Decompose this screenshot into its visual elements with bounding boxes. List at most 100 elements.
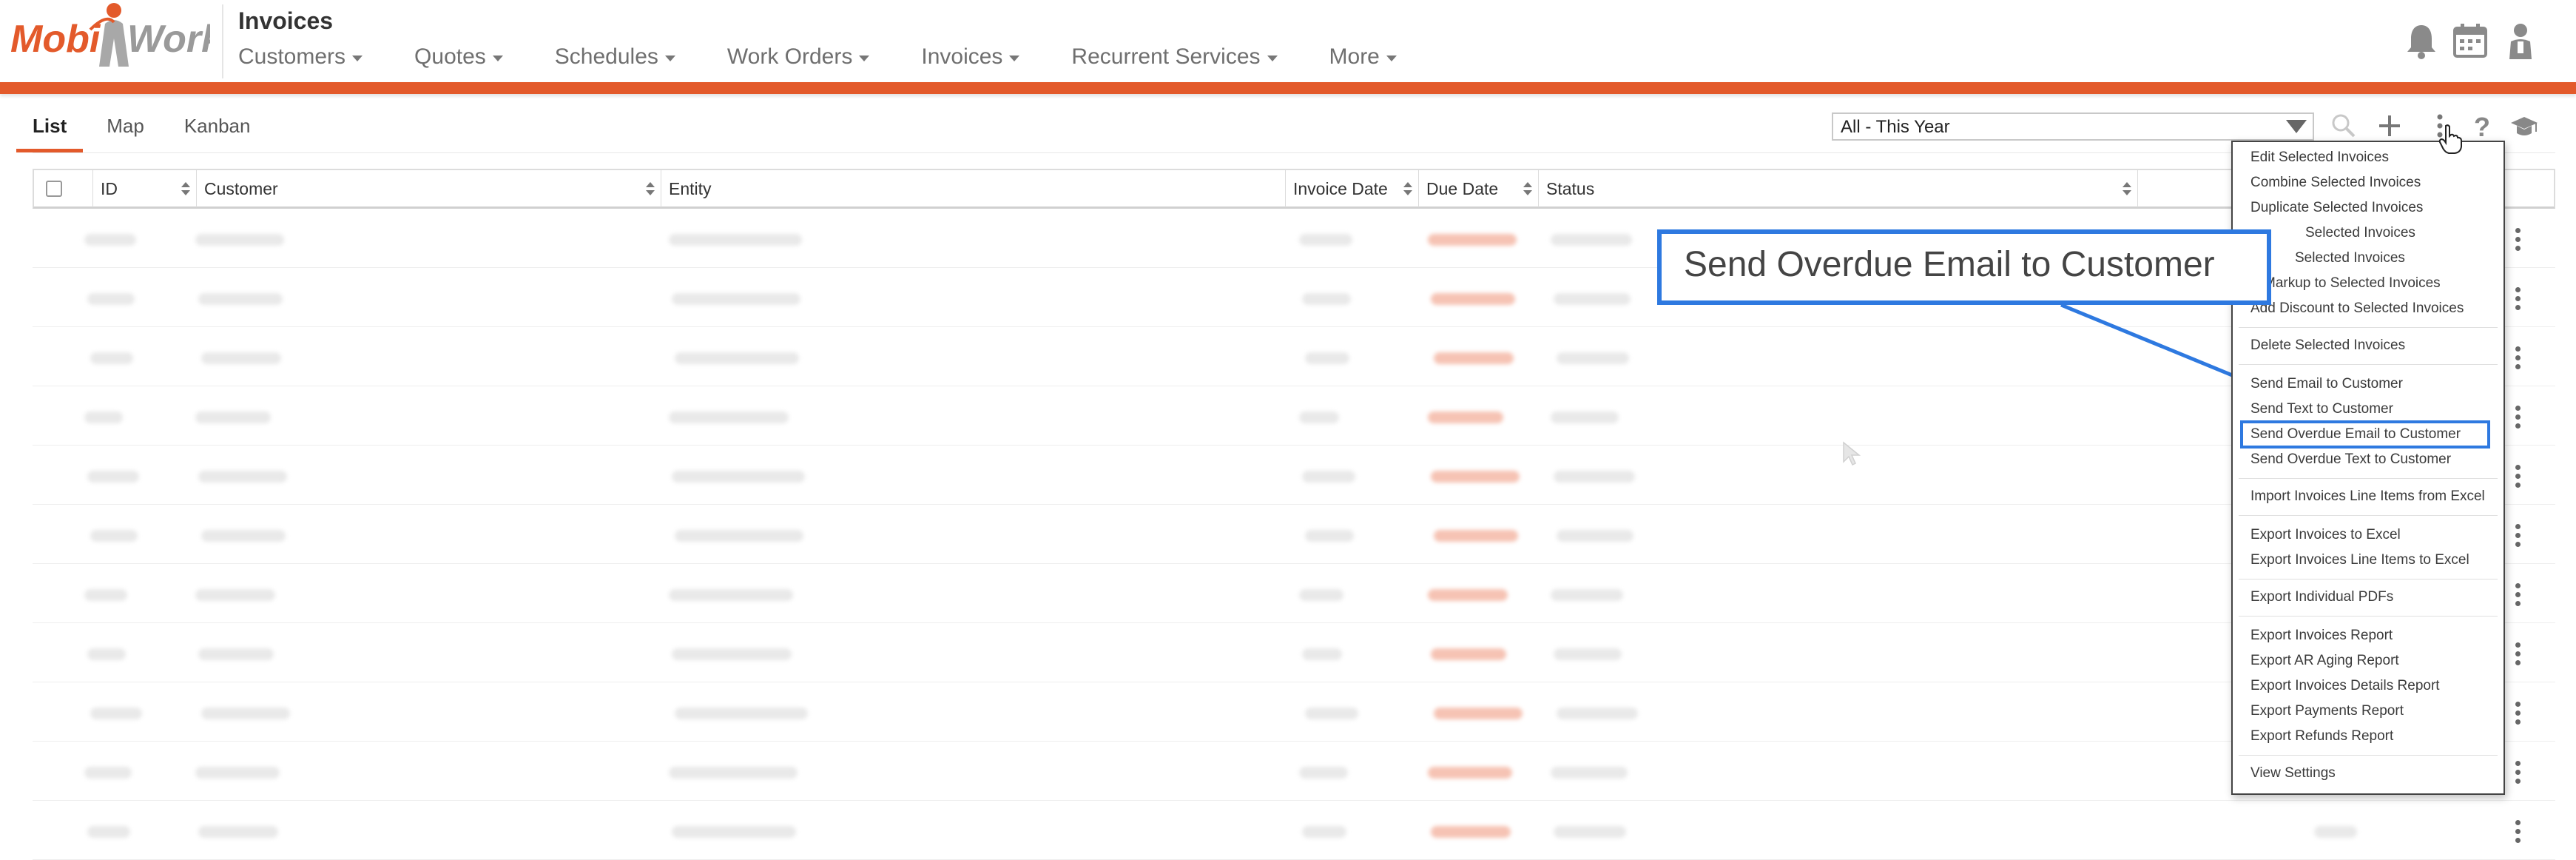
table-row[interactable] xyxy=(33,386,2555,446)
row-actions-kebab-icon[interactable] xyxy=(2515,406,2521,429)
blurred-cell xyxy=(1428,589,1508,601)
column-header-id[interactable]: ID xyxy=(93,170,197,207)
chevron-down-icon xyxy=(664,56,675,61)
nav-quotes[interactable]: Quotes xyxy=(414,44,503,70)
table-row[interactable] xyxy=(33,623,2555,682)
menu-combine-selected-invoices[interactable]: Combine Selected Invoices xyxy=(2250,175,2421,191)
table-row[interactable] xyxy=(33,327,2555,386)
table-row[interactable] xyxy=(33,801,2555,860)
menu-duplicate-selected-invoices[interactable]: Duplicate Selected Invoices xyxy=(2250,200,2423,216)
row-actions-kebab-icon[interactable] xyxy=(2515,583,2521,607)
blurred-cell xyxy=(1305,708,1358,719)
blurred-cell xyxy=(201,530,286,542)
row-actions-kebab-icon[interactable] xyxy=(2515,228,2521,252)
blurred-cell xyxy=(1557,352,1629,364)
blurred-cell xyxy=(672,293,800,305)
row-actions-kebab-icon[interactable] xyxy=(2515,346,2521,370)
menu-export-invoices-report[interactable]: Export Invoices Report xyxy=(2250,628,2393,644)
menu-export-ar-aging[interactable]: Export AR Aging Report xyxy=(2250,653,2399,669)
row-actions-kebab-icon[interactable] xyxy=(2515,820,2521,844)
logo-text-mobi: Mobi xyxy=(10,18,101,61)
menu-add-discount[interactable]: Add Discount to Selected Invoices xyxy=(2250,300,2464,317)
sort-icon xyxy=(1523,182,1532,195)
blurred-cell xyxy=(672,826,796,838)
tab-kanban[interactable]: Kanban xyxy=(184,111,251,152)
table-row[interactable] xyxy=(33,682,2555,742)
table-row[interactable] xyxy=(33,564,2555,623)
blurred-cell xyxy=(90,352,133,364)
row-actions-kebab-icon[interactable] xyxy=(2515,702,2521,725)
row-actions-kebab-icon[interactable] xyxy=(2515,524,2521,548)
graduation-cap-icon[interactable] xyxy=(2509,111,2539,141)
blurred-cell xyxy=(195,767,280,779)
chevron-down-icon xyxy=(1009,56,1020,61)
column-header-customer[interactable]: Customer xyxy=(197,170,661,207)
menu-edit-selected-invoices[interactable]: Edit Selected Invoices xyxy=(2250,150,2389,166)
table-row[interactable] xyxy=(33,446,2555,505)
menu-export-line-items-excel[interactable]: Export Invoices Line Items to Excel xyxy=(2250,552,2469,568)
calendar-icon[interactable] xyxy=(2453,22,2487,59)
plus-icon[interactable] xyxy=(2375,111,2404,141)
menu-delete-selected-invoices[interactable]: Delete Selected Invoices xyxy=(2250,337,2405,354)
column-header-entity[interactable]: Entity xyxy=(661,170,1286,207)
menu-send-overdue-text[interactable]: Send Overdue Text to Customer xyxy=(2250,451,2451,468)
blurred-cell xyxy=(1428,411,1503,423)
menu-export-details-report[interactable]: Export Invoices Details Report xyxy=(2250,678,2440,694)
menu-export-invoices-excel[interactable]: Export Invoices to Excel xyxy=(2250,527,2401,543)
chevron-down-icon xyxy=(492,56,503,61)
table-row[interactable] xyxy=(33,505,2555,564)
menu-send-overdue-email[interactable]: Send Overdue Email to Customer xyxy=(2250,426,2461,443)
logo-divider xyxy=(222,4,223,78)
blurred-cell xyxy=(198,471,287,483)
menu-view-settings[interactable]: View Settings xyxy=(2250,765,2336,782)
table-row[interactable] xyxy=(33,742,2555,801)
nav-schedules[interactable]: Schedules xyxy=(555,44,675,70)
main-nav: Customers Quotes Schedules Work Orders I… xyxy=(238,44,1449,70)
menu-markup-selected-invoices[interactable]: Markup to Selected Invoices xyxy=(2250,275,2441,292)
bell-icon[interactable] xyxy=(2404,22,2438,59)
logo-text-work: Work xyxy=(127,18,210,61)
menu-divider xyxy=(2239,515,2498,516)
menu-send-text[interactable]: Send Text to Customer xyxy=(2250,401,2393,417)
tab-map[interactable]: Map xyxy=(107,111,144,152)
row-actions-kebab-icon[interactable] xyxy=(2515,761,2521,785)
column-header-invoice-date[interactable]: Invoice Date xyxy=(1286,170,1419,207)
nav-recurrent-services[interactable]: Recurrent Services xyxy=(1071,44,1278,70)
sort-icon xyxy=(1403,182,1412,195)
blurred-cell xyxy=(1431,826,1511,838)
menu-import-line-items[interactable]: Import Invoices Line Items from Excel xyxy=(2250,488,2485,505)
user-icon[interactable] xyxy=(2503,22,2538,59)
tab-list[interactable]: List xyxy=(16,111,84,152)
header-accent-bar xyxy=(0,82,2576,94)
menu-send-email[interactable]: Send Email to Customer xyxy=(2250,376,2403,392)
period-filter-select[interactable]: All - This Year xyxy=(1832,112,2314,141)
menu-export-payments-report[interactable]: Export Payments Report xyxy=(2250,703,2404,719)
chevron-down-icon xyxy=(1386,56,1397,61)
row-actions-kebab-icon[interactable] xyxy=(2515,642,2521,666)
sort-icon xyxy=(646,182,655,195)
mobiwork-logo[interactable]: Mobi Work xyxy=(10,0,210,74)
blurred-cell xyxy=(84,411,123,423)
blurred-cell xyxy=(87,648,126,660)
menu-export-refunds-report[interactable]: Export Refunds Report xyxy=(2250,728,2393,745)
column-header-due-date[interactable]: Due Date xyxy=(1419,170,1539,207)
row-actions-kebab-icon[interactable] xyxy=(2515,287,2521,311)
blurred-cell xyxy=(1302,293,1351,305)
dropdown-arrow-icon xyxy=(2286,120,2307,133)
nav-more[interactable]: More xyxy=(1329,44,1397,70)
menu-divider xyxy=(2239,478,2498,479)
select-all-checkbox[interactable] xyxy=(46,181,62,197)
menu-divider xyxy=(2239,616,2498,617)
blurred-cell xyxy=(1299,589,1343,601)
search-icon[interactable] xyxy=(2329,111,2358,141)
menu-selected-invoices-b[interactable]: Selected Invoices xyxy=(2250,250,2405,266)
chevron-down-icon xyxy=(859,56,870,61)
blurred-cell xyxy=(1299,767,1348,779)
menu-export-pdfs[interactable]: Export Individual PDFs xyxy=(2250,589,2393,605)
nav-invoices[interactable]: Invoices xyxy=(921,44,1020,70)
nav-customers[interactable]: Customers xyxy=(238,44,363,70)
help-icon[interactable]: ? xyxy=(2467,111,2496,141)
row-actions-kebab-icon[interactable] xyxy=(2515,465,2521,488)
nav-work-orders[interactable]: Work Orders xyxy=(727,44,870,70)
column-header-status[interactable]: Status xyxy=(1539,170,2138,207)
